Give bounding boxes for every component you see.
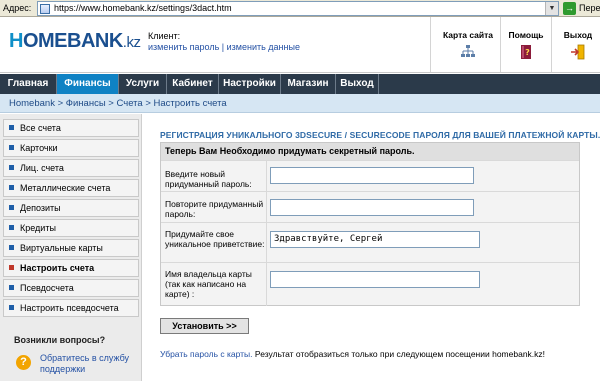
bullet-icon [9, 145, 14, 150]
sidebar-item-label: Карточки [20, 143, 58, 153]
sidebar-item-metal-accounts[interactable]: Металлические счета [3, 179, 139, 197]
chevron-down-icon[interactable]: ▼ [545, 2, 558, 15]
bullet-icon [9, 285, 14, 290]
sidebar-item-label: Настроить счета [20, 263, 95, 273]
sitemap-button[interactable]: Карта сайта [440, 30, 496, 62]
sidebar-item-label: Кредиты [20, 223, 56, 233]
bullet-icon [9, 185, 14, 190]
sidebar-item-label: Депозиты [20, 203, 61, 213]
repeat-password-field[interactable] [270, 199, 474, 216]
tab-logout[interactable]: Выход [336, 74, 379, 94]
breadcrumb-current: Настроить счета [153, 98, 227, 109]
repeat-password-label: Повторите придуманный пароль: [165, 199, 264, 219]
go-button[interactable]: Пере [579, 3, 600, 13]
sidebar-item-deposits[interactable]: Депозиты [3, 199, 139, 217]
sidebar-item-personal-accounts[interactable]: Лиц. счета [3, 159, 139, 177]
page-title: РЕГИСТРАЦИЯ УНИКАЛЬНОГО 3DSECURE / SECUR… [160, 130, 600, 140]
sitemap-icon [461, 45, 475, 57]
tab-shop[interactable]: Магазин [281, 74, 336, 94]
questions-title: Возникли вопросы? [14, 335, 106, 345]
sidebar-item-credits[interactable]: Кредиты [3, 219, 139, 237]
support-link[interactable]: Обратитесь в службу поддержки [40, 353, 140, 375]
help-label: Помощь [508, 30, 544, 40]
help-button[interactable]: Помощь ? [505, 30, 547, 62]
form-row-repeat-password: Повторите придуманный пароль: [161, 191, 579, 222]
logout-label: Выход [563, 30, 593, 40]
tab-home[interactable]: Главная [0, 74, 57, 94]
bullet-icon [9, 125, 14, 130]
breadcrumb-separator: > [105, 98, 117, 109]
client-links: изменить пароль | изменить данные [148, 42, 300, 52]
logout-button[interactable]: Выход [558, 30, 598, 62]
header-divider [551, 17, 552, 72]
cardholder-field[interactable] [270, 271, 480, 288]
url-input[interactable]: https://www.homebank.kz/settings/3dact.h… [37, 1, 559, 16]
homebank-logo[interactable]: HOMEBANK.kz [9, 30, 141, 53]
sitemap-label: Карта сайта [442, 30, 494, 40]
bullet-icon [9, 225, 14, 230]
help-book-icon: ? [521, 45, 531, 59]
form-header: Теперь Вам Необходимо придумать секретны… [161, 143, 579, 160]
sidebar-item-virtual-cards[interactable]: Виртуальные карты [3, 239, 139, 257]
address-label: Адрес: [3, 3, 32, 13]
header-divider [430, 17, 431, 72]
client-label: Клиент: [148, 31, 181, 41]
bullet-icon [9, 245, 14, 250]
breadcrumb: Homebank > Финансы > Счета > Настроить с… [0, 94, 600, 113]
sidebar-item-all-accounts[interactable]: Все счета [3, 119, 139, 137]
sidebar-item-configure-pseudo-accounts[interactable]: Настроить псевдосчета [3, 299, 139, 317]
bullet-icon [9, 265, 14, 270]
tab-finance[interactable]: Финансы [57, 74, 119, 94]
bullet-icon [9, 165, 14, 170]
tab-services[interactable]: Услуги [119, 74, 167, 94]
site-header: HOMEBANK.kz Клиент: изменить пароль | из… [0, 17, 600, 73]
main-nav: Главная Финансы Услуги Кабинет Настройки… [0, 74, 600, 94]
change-data-link[interactable]: изменить данные [227, 42, 300, 52]
change-password-link[interactable]: изменить пароль [148, 42, 219, 52]
bullet-icon [9, 205, 14, 210]
sidebar-item-label: Псевдосчета [20, 283, 74, 293]
tab-cabinet[interactable]: Кабинет [167, 74, 219, 94]
form-row-cardholder: Имя владельца карты (так как написано на… [161, 262, 579, 306]
greeting-label: Придумайте свое уникальное приветствие: [165, 229, 265, 249]
link-separator: | [219, 42, 227, 52]
question-icon: ? [16, 355, 31, 370]
sidebar-item-label: Металлические счета [20, 183, 111, 193]
password-form: Теперь Вам Необходимо придумать секретны… [160, 142, 580, 306]
sidebar-item-label: Настроить псевдосчета [20, 303, 119, 313]
new-password-field[interactable] [270, 167, 474, 184]
breadcrumb-accounts[interactable]: Счета [117, 98, 143, 109]
page-icon [40, 4, 50, 14]
breadcrumb-finance[interactable]: Финансы [66, 98, 106, 109]
sidebar-item-cards[interactable]: Карточки [3, 139, 139, 157]
breadcrumb-separator: > [54, 98, 66, 109]
bullet-icon [9, 305, 14, 310]
sidebar-item-pseudo-accounts[interactable]: Псевдосчета [3, 279, 139, 297]
form-row-greeting: Придумайте свое уникальное приветствие: … [161, 222, 579, 262]
sidebar-item-label: Виртуальные карты [20, 243, 103, 253]
form-row-new-password: Введите новый придуманный пароль: [161, 160, 579, 191]
greeting-field[interactable]: Здравствуйте, Сергей [270, 231, 480, 248]
submit-button[interactable]: Установить >> [160, 318, 249, 334]
result-note: Убрать пароль с карты. Результат отобраз… [160, 349, 545, 359]
go-arrow-icon[interactable]: → [563, 2, 576, 15]
new-password-label: Введите новый придуманный пароль: [165, 169, 252, 189]
breadcrumb-separator: > [142, 98, 154, 109]
exit-door-icon [571, 44, 585, 60]
sidebar-item-configure-accounts[interactable]: Настроить счета [3, 259, 139, 277]
breadcrumb-homebank[interactable]: Homebank [9, 98, 55, 109]
address-bar: Адрес: https://www.homebank.kz/settings/… [0, 0, 600, 17]
header-divider [500, 17, 501, 72]
remove-password-link[interactable]: Убрать пароль с карты. [160, 349, 253, 359]
svg-text:?: ? [525, 48, 530, 57]
result-text: Результат отобразиться только при следую… [252, 349, 546, 359]
tab-settings[interactable]: Настройки [219, 74, 281, 94]
url-text: https://www.homebank.kz/settings/3dact.h… [54, 3, 232, 13]
sidebar-item-label: Все счета [20, 123, 61, 133]
sidebar-item-label: Лиц. счета [20, 163, 64, 173]
cardholder-label: Имя владельца карты (так как написано на… [165, 269, 252, 299]
